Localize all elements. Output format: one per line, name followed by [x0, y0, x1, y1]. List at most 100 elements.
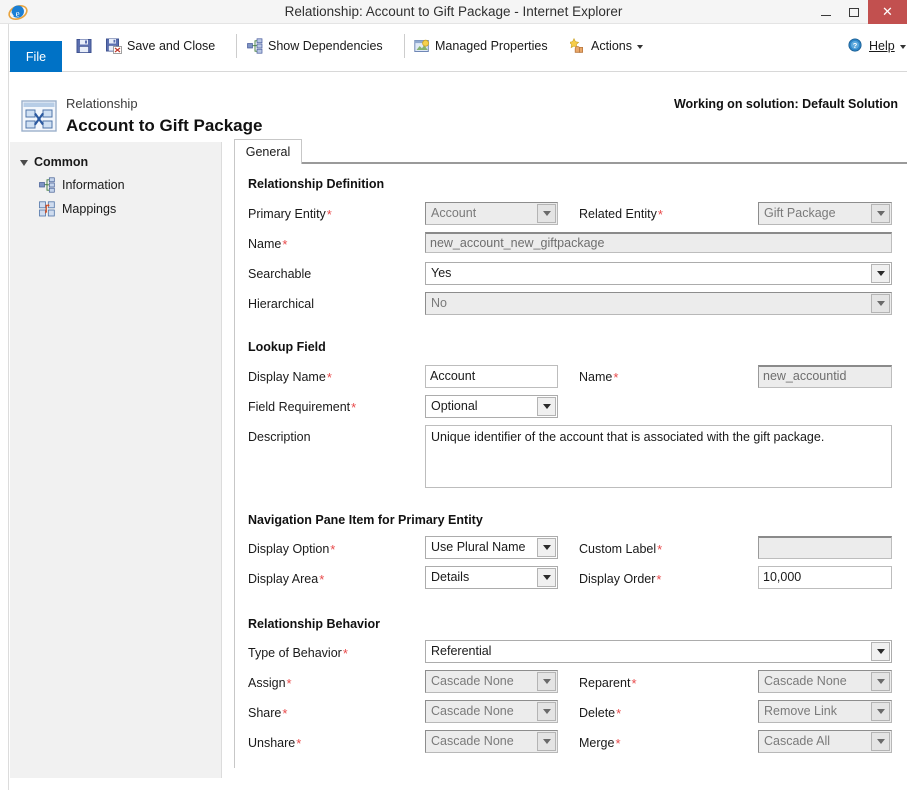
save-and-close-icon [106, 38, 122, 54]
label-display-option: Display Option* [248, 542, 336, 557]
type-of-behavior-select[interactable]: Referential [425, 640, 892, 663]
share-select[interactable]: Cascade None [425, 700, 558, 723]
tab-general[interactable]: General [234, 139, 302, 164]
label-description: Description [248, 430, 311, 444]
close-icon: ✕ [882, 4, 893, 19]
relationship-icon [21, 100, 57, 134]
chevron-down-icon [871, 204, 890, 223]
chevron-down-icon [871, 264, 890, 283]
save-icon [76, 38, 92, 54]
help-button[interactable]: ? Help [848, 33, 906, 59]
section-title-navigation-pane: Navigation Pane Item for Primary Entity [248, 513, 483, 527]
managed-properties-icon [414, 38, 430, 54]
chevron-down-icon [871, 672, 890, 691]
label-type-of-behavior: Type of Behavior* [248, 646, 348, 661]
show-dependencies-label: Show Dependencies [268, 39, 383, 53]
sidebar-item-label: Mappings [62, 202, 117, 216]
chevron-down-icon [871, 642, 890, 661]
chevron-down-icon [537, 538, 556, 557]
label-related-entity: Related Entity* [579, 207, 663, 222]
sidebar: Common Information Mappings [10, 142, 222, 778]
reparent-select[interactable]: Cascade None [758, 670, 892, 693]
chevron-down-icon [537, 732, 556, 751]
label-display-name: Display Name* [248, 370, 332, 385]
window-title: Relationship: Account to Gift Package - … [284, 4, 623, 19]
label-searchable: Searchable [248, 267, 312, 281]
merge-select[interactable]: Cascade All [758, 730, 892, 753]
label-lookup-name: Name* [579, 370, 619, 385]
toolbar-separator-1 [236, 34, 237, 58]
managed-properties-label: Managed Properties [435, 39, 548, 53]
label-field-requirement: Field Requirement* [248, 400, 357, 415]
section-title-lookup-field: Lookup Field [248, 340, 326, 354]
field-requirement-select[interactable]: Optional [425, 395, 558, 418]
page-title: Account to Gift Package [66, 116, 263, 135]
label-relationship-name: Name* [248, 237, 288, 252]
related-entity-select[interactable]: Gift Package [758, 202, 892, 225]
maximize-icon [840, 0, 868, 24]
chevron-down-icon [871, 294, 890, 313]
chevron-down-icon [537, 204, 556, 223]
working-solution-label: Working on solution: Default Solution [673, 97, 898, 111]
sidebar-group-common[interactable]: Common [20, 155, 88, 169]
section-title-relationship-behavior: Relationship Behavior [248, 617, 380, 631]
chevron-down-icon [537, 568, 556, 587]
form-panel: Relationship Definition Primary Entity* … [234, 164, 907, 768]
display-name-input[interactable]: Account [425, 365, 558, 388]
close-button[interactable]: ✕ [868, 0, 907, 24]
custom-label-input[interactable] [758, 536, 892, 559]
searchable-select[interactable]: Yes [425, 262, 892, 285]
save-button[interactable] [76, 33, 92, 59]
display-order-input[interactable]: 10,000 [758, 566, 892, 589]
delete-select[interactable]: Remove Link [758, 700, 892, 723]
minimize-icon [812, 0, 840, 24]
label-display-area: Display Area* [248, 572, 325, 587]
actions-button[interactable]: Actions [568, 33, 643, 59]
toolbar-separator-2 [404, 34, 405, 58]
sidebar-group-label: Common [34, 155, 89, 169]
assign-select[interactable]: Cascade None [425, 670, 558, 693]
tab-strip: General [234, 139, 907, 164]
chevron-down-icon [871, 732, 890, 751]
svg-text:?: ? [853, 41, 858, 50]
minimize-button[interactable] [812, 0, 840, 24]
display-option-select[interactable]: Use Plural Name [425, 536, 558, 559]
label-custom-label: Custom Label* [579, 542, 663, 557]
title-bar: e Relationship: Account to Gift Package … [0, 0, 907, 24]
information-icon [39, 177, 55, 193]
unshare-select[interactable]: Cascade None [425, 730, 558, 753]
label-primary-entity: Primary Entity* [248, 207, 332, 222]
lookup-name-input[interactable]: new_accountid [758, 365, 892, 388]
maximize-button[interactable] [840, 0, 868, 24]
save-and-close-button[interactable]: Save and Close [106, 33, 215, 59]
sidebar-item-mappings[interactable]: Mappings [39, 201, 116, 217]
show-dependencies-button[interactable]: Show Dependencies [247, 33, 383, 59]
sidebar-item-information[interactable]: Information [39, 177, 125, 193]
label-merge: Merge* [579, 736, 621, 751]
label-display-order: Display Order* [579, 572, 662, 587]
label-assign: Assign* [248, 676, 292, 691]
label-delete: Delete* [579, 706, 622, 721]
help-label: Help [869, 39, 895, 53]
help-icon: ? [848, 38, 864, 54]
page-header: Relationship Account to Gift Package Wor… [9, 72, 907, 142]
chevron-down-icon [537, 397, 556, 416]
actions-icon [568, 37, 586, 54]
left-rail [0, 24, 9, 790]
relationship-name-input[interactable]: new_account_new_giftpackage [425, 232, 892, 253]
sidebar-item-label: Information [62, 178, 125, 192]
actions-label: Actions [591, 39, 632, 53]
primary-entity-select[interactable]: Account [425, 202, 558, 225]
description-textarea[interactable]: Unique identifier of the account that is… [425, 425, 892, 488]
label-unshare: Unshare* [248, 736, 302, 751]
file-button[interactable]: File [10, 41, 62, 72]
collapse-triangle-icon [20, 160, 28, 166]
label-hierarchical: Hierarchical [248, 297, 314, 311]
label-reparent: Reparent* [579, 676, 637, 691]
chevron-down-icon [537, 672, 556, 691]
chevron-down-icon [871, 702, 890, 721]
hierarchical-select[interactable]: No [425, 292, 892, 315]
mappings-icon [39, 201, 55, 217]
display-area-select[interactable]: Details [425, 566, 558, 589]
managed-properties-button[interactable]: Managed Properties [414, 33, 548, 59]
